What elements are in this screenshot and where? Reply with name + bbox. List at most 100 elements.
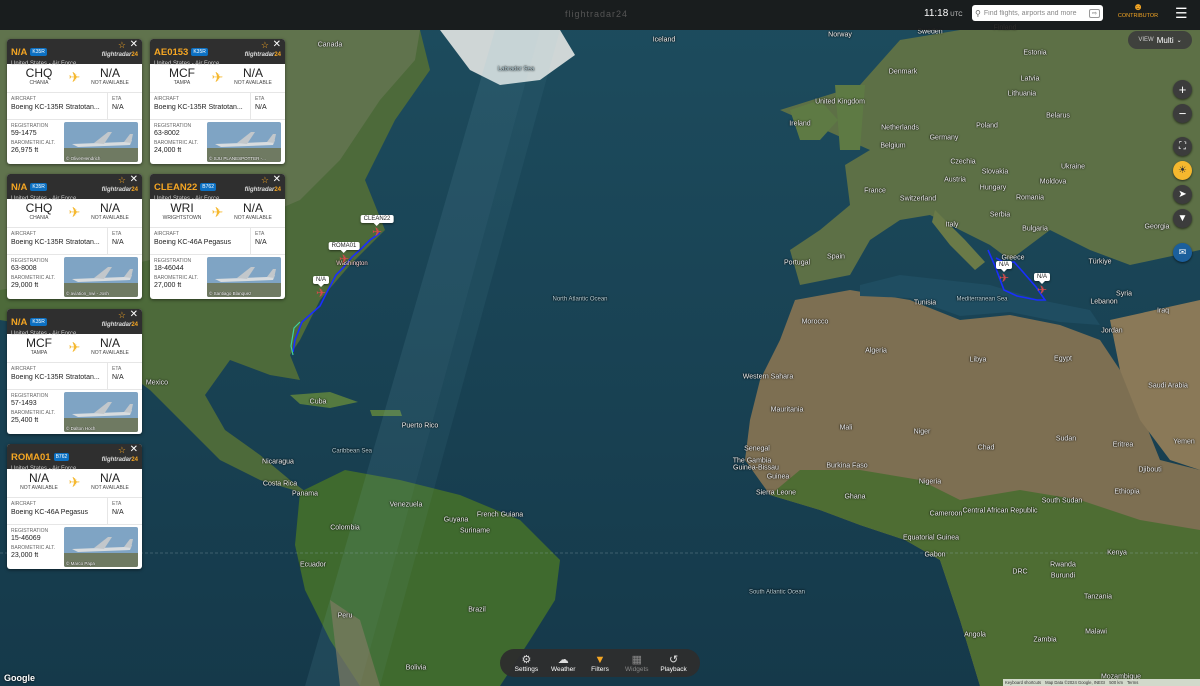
altitude-value: 27,000 ft xyxy=(154,282,182,289)
map-label: South Atlantic Ocean xyxy=(748,589,806,596)
flight-card[interactable]: AE0153 K35R United States - Air Force fli… xyxy=(150,39,285,164)
origin-airport[interactable]: CHQ CHANIA xyxy=(13,202,65,222)
aircraft-photo[interactable]: © Marco Papa xyxy=(64,527,138,567)
details-row: REGISTRATION 59-1475 BAROMETRIC ALT. 26,… xyxy=(7,120,142,164)
flightradar24-logo[interactable]: flightradar24 xyxy=(565,9,628,19)
filters-button[interactable]: ▼ Filters xyxy=(583,654,617,673)
feedback-chat-icon[interactable]: ✉ xyxy=(1173,243,1192,262)
map-label: Portugal xyxy=(783,259,811,267)
aircraft-photo[interactable]: © OliverHendrich xyxy=(64,122,138,162)
close-icon[interactable]: ✕ xyxy=(130,309,138,320)
top-bar: flightradar24 11:18UTC ⚲ ⇨ ☻ CONTRIBUTOR… xyxy=(0,0,1200,30)
map-label: Equatorial Guinea xyxy=(902,534,960,542)
details-cell: REGISTRATION 59-1475 BAROMETRIC ALT. 26,… xyxy=(7,120,63,164)
destination-airport[interactable]: N/A NOT AVAILABLE xyxy=(227,202,279,222)
menu-icon[interactable]: ☰ xyxy=(1175,6,1188,20)
destination-airport[interactable]: N/A NOT AVAILABLE xyxy=(84,337,136,357)
close-icon[interactable]: ✕ xyxy=(130,174,138,185)
map-label: Spain xyxy=(827,253,845,261)
aircraft-cell: AIRCRAFT Boeing KC-135R Stratotan... xyxy=(150,93,250,119)
aircraft-photo[interactable]: © SJU PLANESPOTTER -... xyxy=(207,122,281,162)
search-input[interactable] xyxy=(983,9,1089,17)
star-icon[interactable]: ☆ xyxy=(118,445,126,456)
close-icon[interactable]: ✕ xyxy=(273,39,281,50)
photo-credit: © aviation_nwi - Josh xyxy=(66,291,109,296)
destination-airport[interactable]: N/A NOT AVAILABLE xyxy=(84,472,136,492)
origin-airport[interactable]: MCF TAMPA xyxy=(13,337,65,357)
star-icon[interactable]: ☆ xyxy=(118,310,126,321)
aircraft-photo[interactable]: © aviation_nwi - Josh xyxy=(64,257,138,297)
aircraft-photo[interactable]: © Dalton Hoch xyxy=(64,392,138,432)
origin-code: MCF xyxy=(169,66,195,80)
aircraft-type-badge: K35R xyxy=(30,318,47,326)
chevron-down-icon: ⌄ xyxy=(1176,37,1182,44)
origin-code: N/A xyxy=(28,471,49,485)
filter-icon[interactable]: ▼ xyxy=(1173,209,1192,228)
destination-name: NOT AVAILABLE xyxy=(91,80,129,86)
sun-icon[interactable]: ☀ xyxy=(1173,161,1192,180)
map-attribution: Keyboard shortcuts Map Data ©2024 Google… xyxy=(1003,679,1200,686)
playback-button[interactable]: ↺ Playback xyxy=(657,654,691,673)
map-label: French Guiana xyxy=(476,511,524,519)
destination-airport[interactable]: N/A NOT AVAILABLE xyxy=(84,67,136,87)
keyboard-shortcuts-link[interactable]: Keyboard shortcuts xyxy=(1005,680,1041,685)
map-label: Iceland xyxy=(652,36,676,44)
flight-callout[interactable]: N/A xyxy=(995,261,1013,272)
flight-callout[interactable]: N/A xyxy=(312,276,330,287)
altitude-label: BAROMETRIC ALT. xyxy=(11,140,56,146)
view-mode-toggle[interactable]: VIEW Multi ⌄ xyxy=(1128,31,1192,49)
route-row: MCF TAMPA ✈ N/A NOT AVAILABLE xyxy=(150,64,285,93)
flight-card[interactable]: N/A K35R United States - Air Force flight… xyxy=(7,309,142,434)
destination-airport[interactable]: N/A NOT AVAILABLE xyxy=(84,202,136,222)
aircraft-marker-icon[interactable]: ✈ xyxy=(315,287,327,299)
map-label: Ecuador xyxy=(299,561,327,569)
aircraft-marker-icon[interactable]: ✈ xyxy=(1036,284,1048,296)
flight-card[interactable]: N/A K35R United States - Air Force flight… xyxy=(7,174,142,299)
flight-card[interactable]: N/A K35R United States - Air Force flight… xyxy=(7,39,142,164)
destination-airport[interactable]: N/A NOT AVAILABLE xyxy=(227,67,279,87)
star-icon[interactable]: ☆ xyxy=(118,175,126,186)
search-box[interactable]: ⚲ ⇨ xyxy=(972,5,1103,21)
contributor-account-button[interactable]: ☻ CONTRIBUTOR xyxy=(1113,3,1163,20)
star-icon[interactable]: ☆ xyxy=(261,175,269,186)
settings-button[interactable]: ⚙ Settings xyxy=(509,654,543,673)
map-label: Mali xyxy=(839,424,853,432)
flight-card[interactable]: ROMA01 B762 United States - Air Force fli… xyxy=(7,444,142,569)
airline-name: United States - Air Force xyxy=(11,466,77,472)
registration-label: REGISTRATION xyxy=(11,528,49,534)
star-icon[interactable]: ☆ xyxy=(261,40,269,51)
origin-name: TAMPA xyxy=(30,350,48,356)
terms-link[interactable]: Terms xyxy=(1127,680,1138,685)
origin-airport[interactable]: MCF TAMPA xyxy=(156,66,208,87)
star-icon[interactable]: ☆ xyxy=(118,40,126,51)
origin-airport[interactable]: WRI WRIGHTSTOWN xyxy=(156,202,208,222)
close-icon[interactable]: ✕ xyxy=(130,444,138,455)
map-label: Kenya xyxy=(1107,549,1127,557)
locate-icon[interactable]: ➤ xyxy=(1173,185,1192,204)
aircraft-marker-icon[interactable]: ✈ xyxy=(998,272,1010,284)
origin-airport[interactable]: N/A NOT AVAILABLE xyxy=(13,471,65,492)
origin-airport[interactable]: CHQ CHANIA xyxy=(13,67,65,87)
map-label: Labrador Sea xyxy=(497,66,535,73)
aircraft-marker-icon[interactable]: ✈ xyxy=(338,253,350,265)
aircraft-marker-icon[interactable]: ✈ xyxy=(371,226,383,238)
flight-callout[interactable]: CLEAN22 xyxy=(360,215,394,226)
aircraft-label: AIRCRAFT xyxy=(154,96,179,102)
close-icon[interactable]: ✕ xyxy=(130,39,138,50)
aircraft-photo[interactable]: © Santiago Blanquez xyxy=(207,257,281,297)
destination-name: NOT AVAILABLE xyxy=(91,350,129,356)
zoom-in-button[interactable]: + xyxy=(1173,80,1192,99)
details-cell: REGISTRATION 18-46044 BAROMETRIC ALT. 27… xyxy=(150,255,206,299)
fullscreen-icon[interactable]: ⛶ xyxy=(1173,137,1192,156)
destination-name: NOT AVAILABLE xyxy=(91,215,129,221)
map-label: Mexico xyxy=(145,379,169,387)
zoom-out-button[interactable]: − xyxy=(1173,104,1192,123)
map-scale: 500 km xyxy=(1109,680,1123,685)
close-icon[interactable]: ✕ xyxy=(273,174,281,185)
widgets-button[interactable]: ▦ Widgets xyxy=(620,654,654,673)
flight-card[interactable]: CLEAN22 B762 United States - Air Force fl… xyxy=(150,174,285,299)
flight-callout[interactable]: N/A xyxy=(1033,273,1051,284)
weather-button[interactable]: ☁ Weather xyxy=(546,654,580,673)
flight-callout[interactable]: ROMA01 xyxy=(328,242,360,253)
registration-value: 59-1475 xyxy=(11,130,37,137)
